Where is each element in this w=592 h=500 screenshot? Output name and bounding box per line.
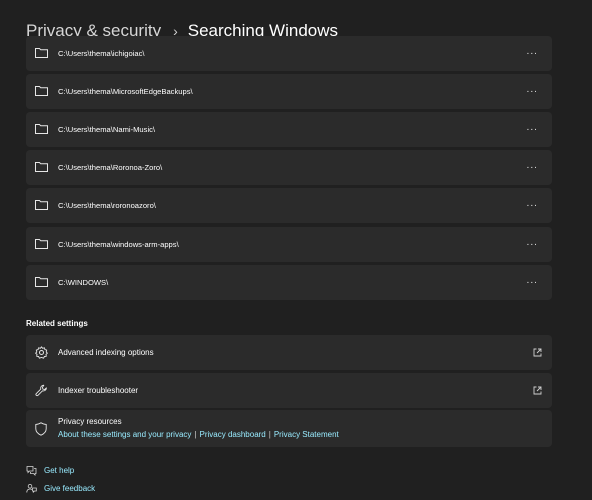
folder-row: C:\Users\thema\Nami-Music\ ···	[26, 112, 552, 147]
link-divider: |	[268, 430, 271, 439]
get-help-label: Get help	[44, 465, 75, 475]
more-options-button[interactable]: ···	[522, 150, 542, 185]
external-link-icon	[533, 348, 542, 357]
give-feedback-link[interactable]: Give feedback	[26, 480, 95, 496]
folder-icon	[35, 86, 48, 96]
more-options-button[interactable]: ···	[522, 36, 542, 71]
folder-path: C:\Users\thema\windows-arm-apps\	[58, 240, 179, 249]
privacy-links: About these settings and your privacy | Pr…	[58, 430, 339, 439]
more-options-button[interactable]: ···	[522, 265, 542, 300]
shield-icon	[35, 422, 47, 436]
folder-icon	[35, 124, 48, 134]
folder-row: C:\WINDOWS\ ···	[26, 265, 552, 300]
advanced-indexing-options-label: Advanced indexing options	[58, 348, 154, 357]
folder-row: C:\Users\thema\ichigoiac\ ···	[26, 36, 552, 71]
folder-row: C:\Users\thema\windows-arm-apps\ ···	[26, 227, 552, 262]
folder-row: C:\Users\thema\roronoazoro\ ···	[26, 188, 552, 223]
privacy-resources-title: Privacy resources	[58, 417, 122, 426]
indexer-troubleshooter-label: Indexer troubleshooter	[58, 386, 139, 395]
advanced-indexing-options-row[interactable]: Advanced indexing options	[26, 335, 552, 370]
folder-icon	[35, 200, 48, 210]
folder-path: C:\Users\thema\Roronoa-Zoro\	[58, 163, 163, 172]
more-options-button[interactable]: ···	[522, 74, 542, 109]
indexer-troubleshooter-row[interactable]: Indexer troubleshooter	[26, 373, 552, 408]
related-settings-heading: Related settings	[26, 319, 88, 328]
external-link-icon	[533, 386, 542, 395]
privacy-dashboard-link[interactable]: Privacy dashboard	[200, 430, 266, 439]
about-privacy-link[interactable]: About these settings and your privacy	[58, 430, 191, 439]
privacy-statement-link[interactable]: Privacy Statement	[274, 430, 339, 439]
folder-icon	[35, 48, 48, 58]
gear-icon	[35, 346, 48, 359]
more-options-button[interactable]: ···	[522, 227, 542, 262]
folder-path: C:\WINDOWS\	[58, 278, 109, 287]
more-options-button[interactable]: ···	[522, 112, 542, 147]
settings-page: Privacy & security › Searching Windows C…	[0, 0, 592, 500]
folder-icon	[35, 239, 48, 249]
more-options-button[interactable]: ···	[522, 188, 542, 223]
wrench-icon	[35, 384, 47, 397]
privacy-resources-row: Privacy resources About these settings a…	[26, 410, 552, 447]
folder-path: C:\Users\thema\ichigoiac\	[58, 49, 145, 58]
help-chat-icon	[26, 465, 37, 476]
folder-path: C:\Users\thema\MicrosoftEdgeBackups\	[58, 87, 193, 96]
folder-path: C:\Users\thema\Nami-Music\	[58, 125, 156, 134]
give-feedback-label: Give feedback	[44, 483, 96, 493]
feedback-icon	[26, 483, 37, 493]
folder-icon	[35, 277, 48, 287]
folder-icon	[35, 162, 48, 172]
link-divider: |	[194, 430, 197, 439]
folder-row: C:\Users\thema\MicrosoftEdgeBackups\ ···	[26, 74, 552, 109]
folder-path: C:\Users\thema\roronoazoro\	[58, 201, 156, 210]
folder-row: C:\Users\thema\Roronoa-Zoro\ ···	[26, 150, 552, 185]
get-help-link[interactable]: Get help	[26, 462, 74, 478]
